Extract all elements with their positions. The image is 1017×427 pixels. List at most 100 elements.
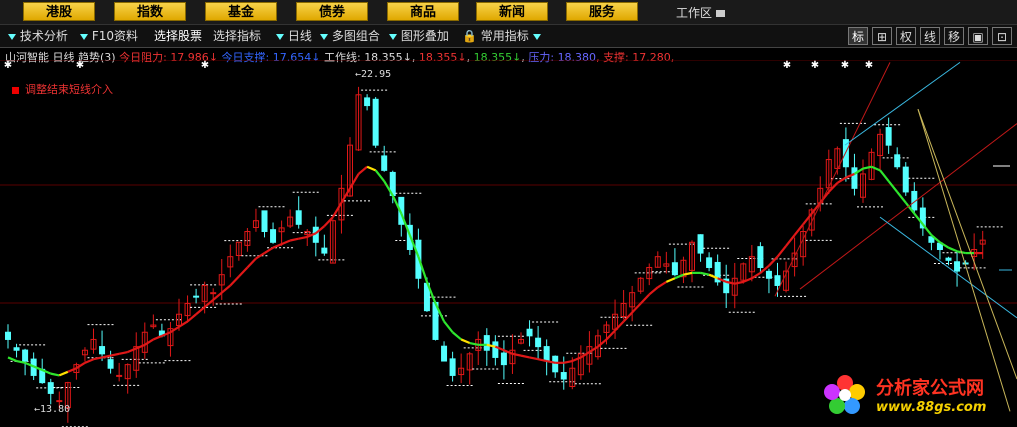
menu-fund[interactable]: 基金	[205, 2, 277, 21]
workarea-menu[interactable]: 工作区	[676, 4, 726, 21]
indicator-line-segment	[366, 165, 377, 172]
indicator-line-segment	[298, 235, 308, 240]
triangle-down-icon	[276, 33, 284, 40]
indicator-line-segment	[50, 372, 60, 377]
indicator-line-segment	[836, 176, 847, 184]
candle-body	[99, 346, 106, 355]
menu-bond[interactable]: 债券	[296, 2, 368, 21]
tab-daily[interactable]: 日线	[276, 25, 312, 47]
mark-button[interactable]: 标	[848, 27, 868, 45]
menu-service[interactable]: 服务	[566, 2, 638, 21]
tab-select-stock[interactable]: 选择股票	[154, 25, 202, 47]
candle-body	[697, 234, 704, 254]
indicator-line-segment	[221, 284, 232, 294]
candle-body	[492, 341, 499, 358]
candle-body	[500, 352, 507, 366]
menu-news[interactable]: 新闻	[476, 2, 548, 21]
tab-label: 多图组合	[331, 29, 380, 43]
grid-button[interactable]: ⊞	[872, 27, 892, 45]
candle-body	[364, 97, 371, 107]
candle-body	[193, 295, 200, 298]
candle-body	[526, 328, 533, 337]
top-star-marker: ✱	[865, 60, 873, 71]
candle-body	[885, 127, 892, 146]
indicator-line-segment	[871, 165, 881, 172]
candle-body	[5, 331, 11, 340]
tab-overlay[interactable]: 图形叠加	[389, 25, 449, 47]
menu-index[interactable]: 指数	[114, 2, 186, 21]
indicator-line-segment	[921, 223, 933, 236]
candle-body	[441, 345, 448, 362]
indicator-line-segment	[110, 352, 120, 357]
triangle-down-icon	[8, 33, 16, 40]
indicator-line-segment	[657, 280, 667, 289]
move-button[interactable]: 移	[944, 27, 964, 45]
menu-commodity[interactable]: 商品	[387, 2, 459, 21]
candle-body	[765, 270, 772, 279]
chart-legend: 调整结束短线介入	[12, 81, 113, 97]
indicator-line-segment	[443, 320, 454, 333]
tab-label: F10资料	[91, 29, 139, 43]
candle-body	[954, 261, 961, 272]
indicator-line-segment	[700, 271, 710, 276]
indicator-line-segment	[169, 325, 180, 334]
indicator-line-segment	[614, 320, 625, 332]
flower-logo-icon	[824, 375, 865, 414]
candle-body	[261, 210, 268, 233]
tab-common-indicators[interactable]: 🔒 常用指标	[462, 25, 541, 47]
candle-body	[483, 335, 490, 351]
indicator-line-segment	[887, 180, 899, 193]
menu-hk-stocks[interactable]: 港股	[23, 2, 95, 21]
indicator-line-segment	[374, 169, 386, 182]
top-star-marker: ✱	[811, 60, 819, 71]
expand-button[interactable]: ⊡	[992, 27, 1012, 45]
indicator-line-segment	[802, 212, 813, 225]
window-button[interactable]: ▣	[968, 27, 988, 45]
indicator-line-segment	[529, 356, 539, 361]
tab-multi-chart[interactable]: 多图组合	[320, 25, 380, 47]
indicator-line-segment	[768, 255, 779, 267]
candle-body	[543, 346, 550, 362]
candle-body	[321, 247, 328, 254]
candle-body	[56, 400, 63, 403]
candle-body	[381, 155, 388, 171]
triangle-down-icon	[389, 33, 397, 40]
indicator-line-segment	[127, 347, 137, 354]
indicator-line-segment	[520, 354, 530, 359]
candle-body	[671, 262, 678, 276]
indicator-line-segment	[118, 350, 128, 355]
candle-body	[706, 257, 713, 268]
dropdown-icon	[716, 10, 726, 17]
indicator-line-segment	[862, 165, 872, 170]
candle-body	[295, 210, 302, 225]
rights-button[interactable]: 权	[896, 27, 916, 45]
candle-body	[535, 337, 542, 348]
tab-f10[interactable]: F10资料	[80, 25, 138, 47]
indicator-line-segment	[84, 358, 94, 364]
indicator-line-segment	[246, 257, 257, 269]
tab-select-indicator[interactable]: 选择指标	[213, 25, 261, 47]
lock-icon: 🔒	[462, 29, 477, 43]
watermark-logo: 分析家公式网 www.88gs.com	[818, 370, 1014, 420]
candle-body	[270, 229, 277, 243]
line-button[interactable]: 线	[920, 27, 940, 45]
indicator-line-segment	[349, 173, 360, 189]
candle-body	[902, 166, 909, 193]
indicator-line-segment	[451, 331, 462, 341]
tab-technical-analysis[interactable]: 技术分析	[8, 25, 68, 47]
candle-body	[116, 374, 123, 377]
indicator-line-segment	[580, 351, 590, 359]
candle-body	[22, 349, 29, 362]
indicator-line-segment	[75, 361, 86, 370]
trend-line	[799, 123, 1017, 290]
indicator-line-segment	[272, 243, 283, 249]
indicator-line-segment	[289, 237, 299, 242]
candle-body	[449, 358, 456, 376]
candle-body	[210, 292, 217, 295]
indicator-line-segment	[639, 293, 651, 305]
tab-label: 图形叠加	[400, 29, 449, 43]
indicator-line-segment	[571, 356, 582, 363]
logo-url: www.88gs.com	[876, 400, 987, 415]
indicator-line-segment	[665, 277, 676, 283]
triangle-down-icon	[532, 33, 541, 40]
